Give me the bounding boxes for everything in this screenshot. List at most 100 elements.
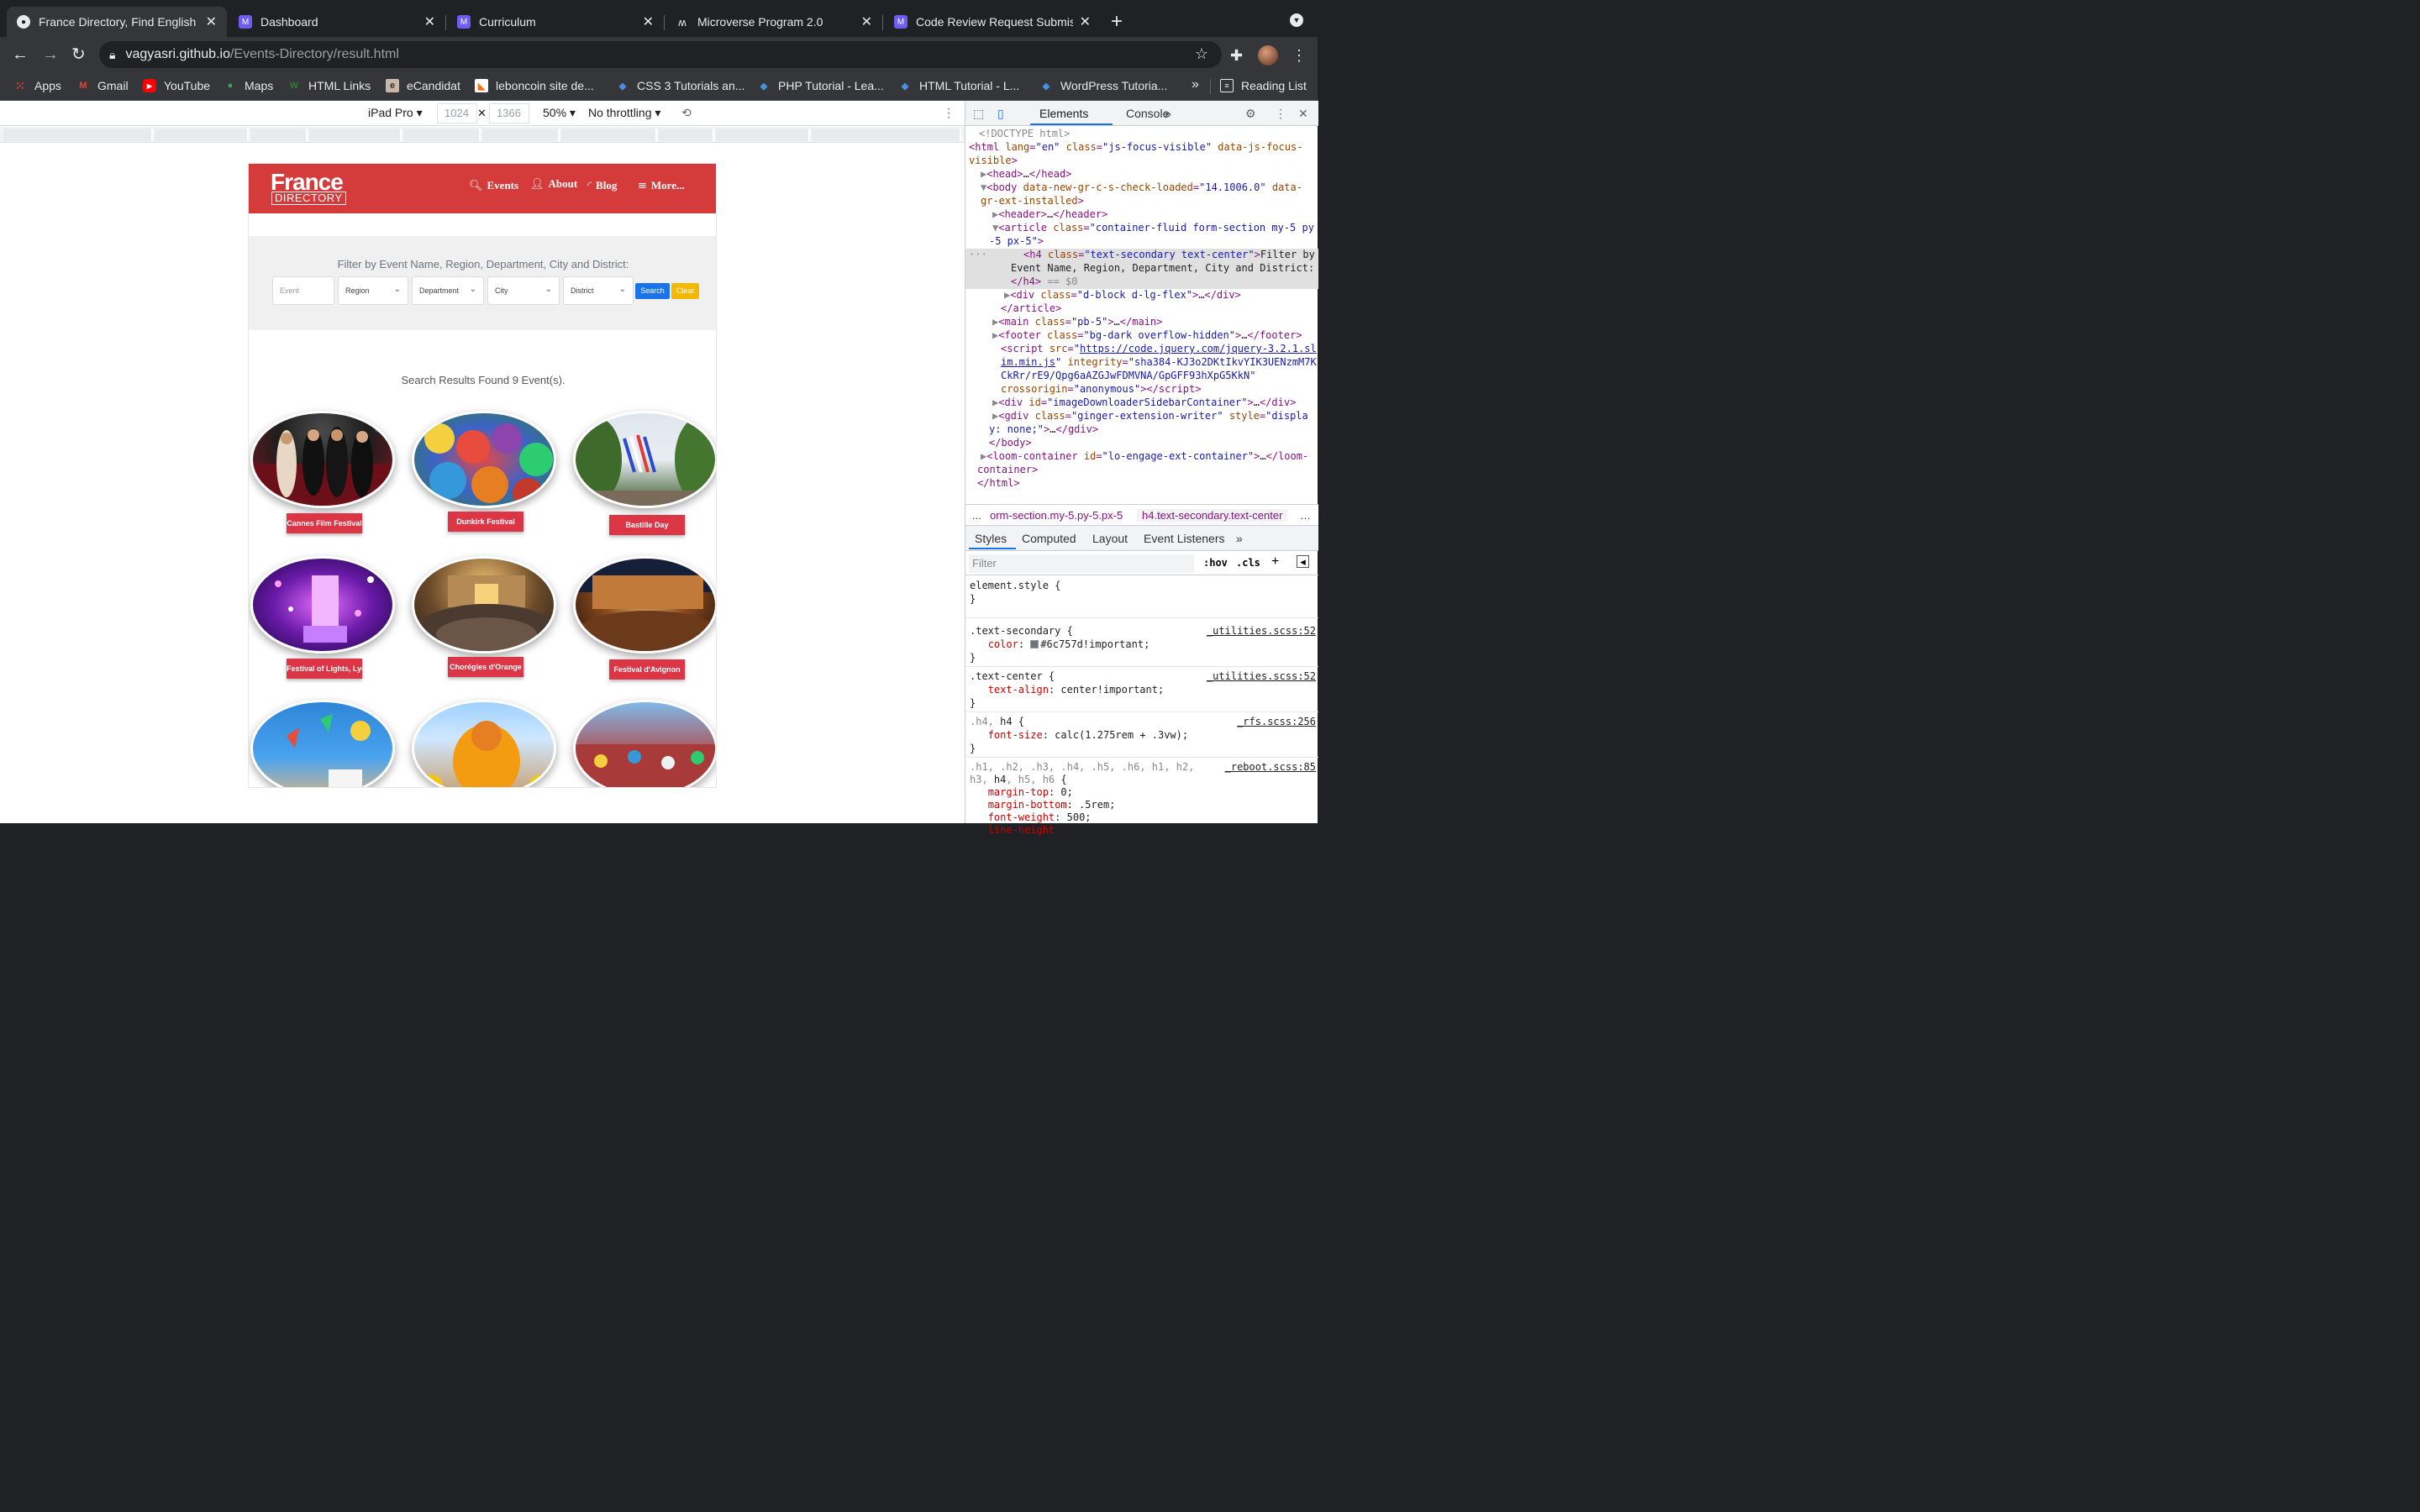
dom-node-selected[interactable]: ··· <h4 class="text-secondary text-cente… xyxy=(969,249,1322,262)
zoom-select[interactable]: 50% ▾ xyxy=(543,106,576,120)
close-icon[interactable]: ✕ xyxy=(1080,13,1091,30)
tab-layout[interactable]: Layout xyxy=(1092,532,1128,545)
dom-node[interactable]: ▶<head>…</head> xyxy=(981,168,1334,181)
reload-icon[interactable]: ↻ xyxy=(71,45,86,64)
bookmark-css3-tutorials[interactable]: ◆ CSS 3 Tutorials an... xyxy=(616,79,745,92)
dom-node[interactable]: ▼<article class="container-fluid form-se… xyxy=(992,222,1345,235)
reading-list-button[interactable]: ≡ Reading List xyxy=(1220,79,1307,92)
rule-h4[interactable]: .h4, h4 { _rfs.scss:256 font-size: calc(… xyxy=(965,712,1318,758)
dom-node[interactable]: </html> xyxy=(977,477,1330,491)
event-label-avignon[interactable]: Festival d'Avignon xyxy=(609,659,685,680)
clear-button[interactable]: Clear xyxy=(671,283,699,299)
event-label-orange[interactable]: Chorégies d'Orange xyxy=(448,657,523,677)
bookmark-apps[interactable]: ⁙ Apps xyxy=(13,79,61,93)
district-select[interactable]: District ⌄ xyxy=(563,276,634,305)
tab-search-icon[interactable]: ▼ xyxy=(1290,13,1303,27)
tab-elements[interactable]: Elements xyxy=(1039,107,1088,120)
dom-node[interactable]: ▶<div id="imageDownloaderSidebarContaine… xyxy=(992,396,1345,410)
tab-france-directory[interactable]: ● France Directory, Find English ✕ xyxy=(7,7,227,37)
device-options-icon[interactable]: ⋮ xyxy=(943,106,955,120)
breadcrumb-overflow[interactable]: ... xyxy=(972,509,981,522)
ruler-segment[interactable] xyxy=(155,129,249,141)
event-image-carnival[interactable] xyxy=(573,700,716,787)
dom-node[interactable]: ▶<loom-container id="lo-engage-ext-conta… xyxy=(981,450,1334,464)
forward-icon[interactable]: → xyxy=(42,45,59,64)
devtools-menu-icon[interactable]: ⋮ xyxy=(1275,107,1286,121)
inspect-element-icon[interactable]: ⬚ xyxy=(973,107,984,121)
tab-styles[interactable]: Styles xyxy=(975,532,1007,545)
rule-text-secondary[interactable]: .text-secondary { _utilities.scss:52 col… xyxy=(965,622,1318,667)
nav-blog[interactable]: ◜ Blog xyxy=(587,179,617,192)
ruler-segment[interactable] xyxy=(659,129,714,141)
breadcrumb-item-selected[interactable]: h4.text-secondary.text-center xyxy=(1137,509,1288,522)
dom-node[interactable]: ▶<header>…</header> xyxy=(992,208,1345,222)
department-select[interactable]: Department ⌄ xyxy=(412,276,484,305)
ruler-segment[interactable] xyxy=(561,129,657,141)
more-style-tabs-icon[interactable]: » xyxy=(1236,532,1243,545)
ruler-segment[interactable] xyxy=(3,129,153,141)
event-label-lyon[interactable]: Festival of Lights, Lyon xyxy=(287,659,362,679)
close-icon[interactable]: ✕ xyxy=(424,13,435,30)
event-image-bastille[interactable] xyxy=(573,411,716,508)
tab-code-review[interactable]: M Code Review Request Submiss ✕ xyxy=(884,7,1101,37)
back-icon[interactable]: ← xyxy=(12,45,29,64)
nav-events[interactable]: 🔍︎ Events xyxy=(469,179,518,192)
hov-toggle[interactable]: :hov xyxy=(1203,557,1228,569)
breadcrumb-overflow-right[interactable]: … xyxy=(1300,509,1311,522)
dom-node[interactable]: ▶<main class="pb-5">…</main> xyxy=(992,316,1345,329)
device-height-input[interactable]: 1366 xyxy=(489,103,529,123)
breadcrumb-item[interactable]: orm-section.my-5.py-5.px-5 xyxy=(990,509,1123,522)
close-devtools-icon[interactable]: ✕ xyxy=(1298,107,1308,121)
bookmark-maps[interactable]: ● Maps xyxy=(224,79,274,92)
dom-node[interactable]: </article> xyxy=(1001,302,1354,316)
bookmark-html-tutorial[interactable]: ◆ HTML Tutorial - L... xyxy=(898,79,1020,92)
rule-element-style[interactable]: element.style { } xyxy=(965,576,1318,618)
tab-microverse-program[interactable]: ʍ Microverse Program 2.0 ✕ xyxy=(666,7,882,37)
dom-node[interactable]: <!DOCTYPE html> xyxy=(979,128,1332,141)
nav-about[interactable]: 👤︎ About xyxy=(530,177,577,191)
styles-filter-input[interactable]: Filter xyxy=(969,554,1194,573)
gear-icon[interactable]: ⚙ xyxy=(1245,107,1256,121)
ruler-segment[interactable] xyxy=(482,129,560,141)
event-image-menton[interactable] xyxy=(412,700,556,787)
new-rule-icon[interactable]: + xyxy=(1271,554,1279,570)
ruler-segment[interactable] xyxy=(309,129,402,141)
menu-kebab-icon[interactable]: ⋮ xyxy=(1292,47,1307,65)
tab-event-listeners[interactable]: Event Listeners xyxy=(1144,532,1225,545)
rule-headings-reboot[interactable]: .h1, .h2, .h3, .h4, .h5, .h6, h1, h2, _r… xyxy=(965,758,1318,836)
event-input[interactable]: Event xyxy=(272,276,334,305)
close-icon[interactable]: ✕ xyxy=(861,13,872,30)
event-image-dunkirk[interactable] xyxy=(412,411,556,508)
event-image-cannes[interactable] xyxy=(250,411,395,508)
bookmark-wordpress-tutorial[interactable]: ◆ WordPress Tutoria... xyxy=(1039,79,1168,92)
bookmark-leboncoin[interactable]: ◣ leboncoin site de... xyxy=(475,79,594,92)
city-select[interactable]: City ⌄ xyxy=(487,276,560,305)
extensions-puzzle-icon[interactable]: ✚ xyxy=(1230,47,1243,65)
sidebar-toggle-icon[interactable]: ◂ xyxy=(1297,555,1309,568)
device-select[interactable]: iPad Pro ▾ xyxy=(368,106,423,120)
event-image-kites[interactable] xyxy=(250,700,395,787)
search-button[interactable]: Search xyxy=(635,283,670,299)
bookmarks-overflow-button[interactable]: » xyxy=(1192,77,1199,92)
close-icon[interactable]: ✕ xyxy=(643,13,654,30)
event-image-lyon[interactable] xyxy=(250,556,395,654)
dom-node[interactable]: ▶<div class="d-block d-lg-flex">…</div> xyxy=(1004,289,1357,302)
dom-node[interactable]: ▶<footer class="bg-dark overflow-hidden"… xyxy=(992,329,1345,343)
bookmark-html-links[interactable]: W HTML Links xyxy=(287,79,371,92)
event-label-cannes[interactable]: Cannes Film Festival xyxy=(287,513,362,533)
dom-node[interactable]: ▼<body data-new-gr-c-s-check-loaded="14.… xyxy=(981,181,1334,195)
tab-curriculum[interactable]: M Curriculum ✕ xyxy=(447,7,664,37)
bookmark-gmail[interactable]: M Gmail xyxy=(76,79,128,92)
cls-toggle[interactable]: .cls xyxy=(1236,557,1260,569)
event-label-dunkirk[interactable]: Dunkirk Festival xyxy=(448,512,523,532)
tab-console[interactable]: Console xyxy=(1126,107,1169,120)
dom-node[interactable]: </body> xyxy=(989,437,1342,450)
device-width-input[interactable]: 1024 xyxy=(437,103,477,123)
bookmark-youtube[interactable]: ▶ YouTube xyxy=(143,79,210,92)
ruler-segment[interactable] xyxy=(403,129,481,141)
region-select[interactable]: Region ⌄ xyxy=(338,276,408,305)
dom-node[interactable]: <script src="https://code.jquery.com/jqu… xyxy=(1001,343,1354,356)
bookmark-php-tutorial[interactable]: ◆ PHP Tutorial - Lea... xyxy=(757,79,884,92)
close-icon[interactable]: ✕ xyxy=(206,13,217,30)
address-bar[interactable]: 🔒︎ vagyasri.github.io/Events-Directory/r… xyxy=(99,41,1222,68)
